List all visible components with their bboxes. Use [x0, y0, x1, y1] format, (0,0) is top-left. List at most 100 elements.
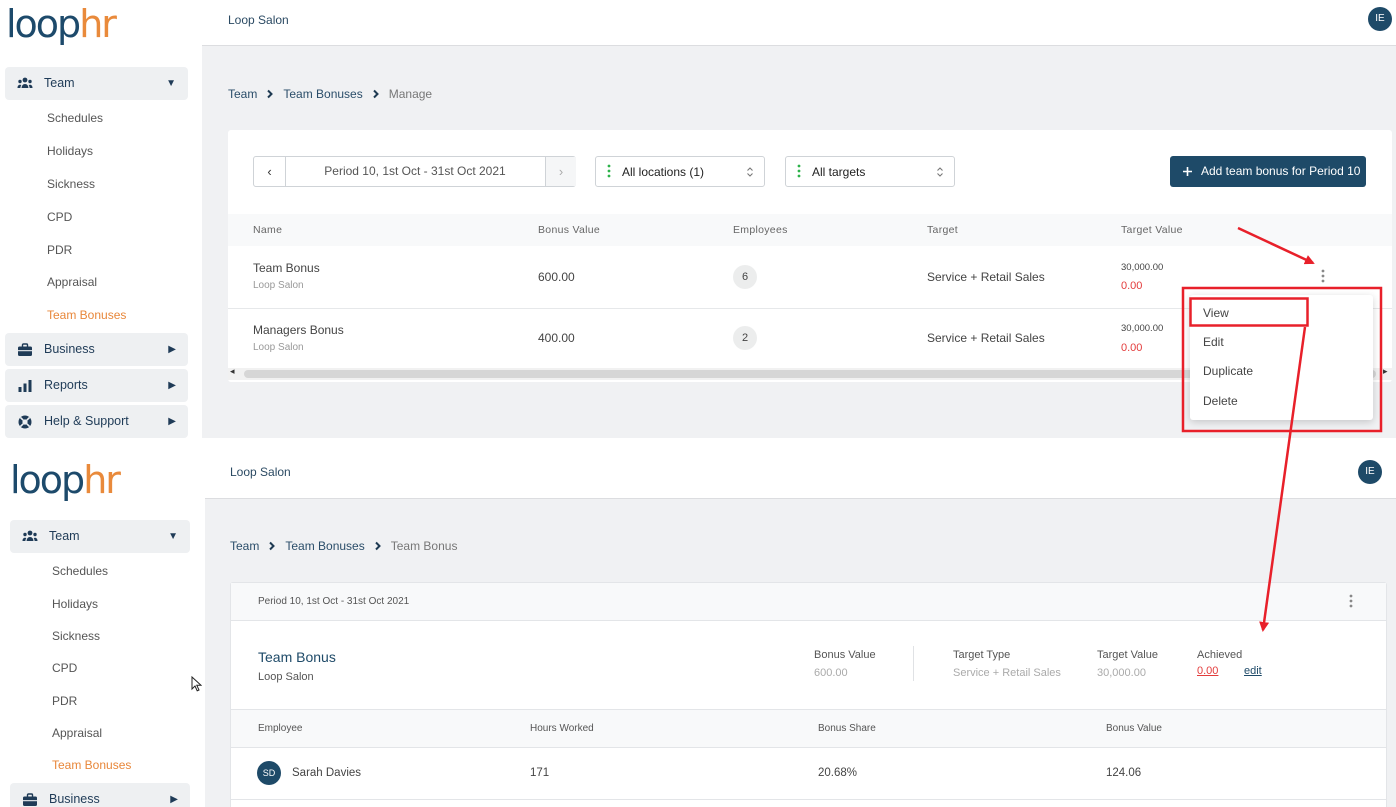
- bonus-name: Team Bonus: [253, 261, 320, 275]
- caret-right-icon: ▶: [168, 344, 176, 355]
- menu-item-duplicate[interactable]: Duplicate: [1203, 363, 1253, 379]
- employee-avatar: SD: [257, 761, 281, 785]
- sidebar-item-sickness[interactable]: Sickness: [47, 176, 95, 192]
- loophr-logo[interactable]: loophr: [6, 4, 117, 44]
- sidebar-item-cpd[interactable]: CPD: [47, 209, 72, 225]
- table-row[interactable]: SD Sarah Davies 171 20.68% 124.06: [231, 747, 1386, 800]
- next-period-button[interactable]: ›: [545, 157, 576, 186]
- target-value: 30,000.00: [1097, 667, 1146, 679]
- breadcrumb: Team Team Bonuses Team Bonus: [230, 538, 457, 554]
- team-icon: [17, 76, 33, 92]
- user-avatar[interactable]: IE: [1358, 460, 1382, 484]
- bonus-summary: Team Bonus Loop Salon Bonus Value 600.00…: [231, 621, 1386, 709]
- sidebar-group-business[interactable]: Business ▶: [5, 333, 188, 366]
- chevron-right-icon: [374, 541, 382, 551]
- breadcrumb-team[interactable]: Team: [228, 86, 257, 102]
- row-actions-kebab-icon[interactable]: [1321, 269, 1325, 283]
- previous-period-button[interactable]: ‹: [254, 157, 286, 186]
- caret-down-icon: ▼: [166, 78, 176, 89]
- sidebar-item-holidays[interactable]: Holidays: [52, 596, 98, 612]
- add-team-bonus-label: Add team bonus for Period 10: [1201, 164, 1361, 178]
- briefcase-icon: [22, 792, 38, 807]
- caret-right-icon: ▶: [168, 416, 176, 427]
- menu-item-view[interactable]: View: [1203, 305, 1229, 321]
- bonus-value: 400.00: [538, 331, 575, 345]
- caret-down-icon: ▼: [168, 531, 178, 542]
- company-name: Loop Salon: [228, 13, 289, 27]
- period-label: Period 10, 1st Oct - 31st Oct 2021: [324, 164, 506, 178]
- briefcase-icon: [17, 342, 33, 358]
- caret-right-icon: ▶: [170, 794, 178, 805]
- breadcrumb-team[interactable]: Team: [230, 538, 259, 554]
- breadcrumb: Team Team Bonuses Manage: [228, 86, 432, 102]
- targets-dropdown-value: All targets: [812, 165, 866, 179]
- sidebar-item-sickness[interactable]: Sickness: [52, 628, 100, 644]
- locations-dropdown[interactable]: All locations (1): [595, 156, 765, 187]
- menu-item-edit[interactable]: Edit: [1203, 334, 1224, 350]
- achieved-value: 0.00: [1121, 280, 1143, 292]
- targets-dropdown[interactable]: All targets: [785, 156, 955, 187]
- add-team-bonus-button[interactable]: Add team bonus for Period 10: [1170, 156, 1366, 187]
- bar-chart-icon: [17, 378, 33, 394]
- select-arrows-icon: [746, 166, 754, 178]
- breadcrumb-team-bonuses[interactable]: Team Bonuses: [285, 538, 364, 554]
- column-header-hours-worked[interactable]: Hours Worked: [530, 722, 594, 736]
- sidebar-group-help[interactable]: Help & Support ▶: [5, 405, 188, 438]
- bonus-target: Service + Retail Sales: [927, 270, 1045, 284]
- sidebar-item-cpd[interactable]: CPD: [52, 660, 77, 676]
- card-period-band: Period 10, 1st Oct - 31st Oct 2021: [231, 583, 1386, 621]
- summary-divider: [913, 646, 914, 681]
- sidebar-group-team[interactable]: Team ▼: [5, 67, 188, 100]
- column-header-name[interactable]: Name: [253, 223, 282, 237]
- breadcrumb-team-bonuses[interactable]: Team Bonuses: [283, 86, 362, 102]
- scroll-left-arrow-icon[interactable]: ◂: [230, 366, 235, 377]
- sidebar-item-schedules[interactable]: Schedules: [47, 110, 103, 126]
- achieved-value[interactable]: 0.00: [1197, 664, 1218, 678]
- sidebar-group-team[interactable]: Team ▼: [10, 520, 190, 553]
- scroll-right-arrow-icon[interactable]: ▸: [1383, 366, 1388, 377]
- user-avatar[interactable]: IE: [1368, 7, 1392, 31]
- sidebar-group-business[interactable]: Business ▶: [10, 783, 190, 807]
- target-value-label: Target Value: [1097, 649, 1158, 661]
- table-header: Name Bonus Value Employees Target Target…: [228, 214, 1392, 246]
- bonus-value: 600.00: [538, 270, 575, 284]
- sidebar-item-schedules[interactable]: Schedules: [52, 563, 108, 579]
- top-header: Loop Salon IE: [202, 0, 1396, 46]
- sidebar-item-team-bonuses[interactable]: Team Bonuses: [47, 307, 126, 323]
- sidebar-group-label: Business: [44, 342, 95, 356]
- target-value: 30,000.00: [1121, 262, 1164, 273]
- top-header: Loop Salon IE: [205, 438, 1396, 499]
- period-label: Period 10, 1st Oct - 31st Oct 2021: [258, 596, 410, 607]
- location-dots-icon: [607, 164, 611, 178]
- sidebar-item-appraisal[interactable]: Appraisal: [47, 274, 97, 290]
- sidebar-item-pdr[interactable]: PDR: [52, 693, 77, 709]
- loophr-logo[interactable]: loophr: [10, 460, 121, 500]
- column-header-bonus-value[interactable]: Bonus Value: [538, 223, 600, 237]
- sidebar-item-pdr[interactable]: PDR: [47, 242, 72, 258]
- column-header-bonus-value[interactable]: Bonus Value: [1106, 722, 1162, 736]
- column-header-target-value[interactable]: Target Value: [1121, 223, 1183, 237]
- breadcrumb-current: Manage: [388, 87, 433, 101]
- period-selector: ‹ Period 10, 1st Oct - 31st Oct 2021 ›: [253, 156, 576, 187]
- employee-bonus-value: 124.06: [1106, 767, 1142, 779]
- menu-item-delete[interactable]: Delete: [1203, 393, 1238, 409]
- sidebar-group-label: Reports: [44, 378, 88, 392]
- chevron-right-icon: [266, 89, 274, 99]
- edit-achieved-link[interactable]: edit: [1244, 664, 1262, 678]
- column-header-employee[interactable]: Employee: [258, 722, 302, 736]
- target-type-label: Target Type: [953, 649, 1011, 661]
- column-header-target[interactable]: Target: [927, 223, 958, 237]
- sidebar-group-label: Business: [49, 792, 100, 806]
- sidebar-item-team-bonuses[interactable]: Team Bonuses: [52, 757, 131, 773]
- company-name: Loop Salon: [230, 465, 291, 479]
- plus-icon: [1183, 167, 1192, 176]
- employee-name[interactable]: Sarah Davies: [292, 766, 361, 780]
- table-header: Employee Hours Worked Bonus Share Bonus …: [231, 709, 1386, 748]
- column-header-employees[interactable]: Employees: [733, 223, 788, 237]
- sidebar-group-reports[interactable]: Reports ▶: [5, 369, 188, 402]
- sidebar-item-holidays[interactable]: Holidays: [47, 143, 93, 159]
- sidebar-item-appraisal[interactable]: Appraisal: [52, 725, 102, 741]
- target-value: 30,000.00: [1121, 323, 1164, 334]
- column-header-bonus-share[interactable]: Bonus Share: [818, 722, 876, 736]
- card-actions-kebab-icon[interactable]: [1349, 594, 1353, 608]
